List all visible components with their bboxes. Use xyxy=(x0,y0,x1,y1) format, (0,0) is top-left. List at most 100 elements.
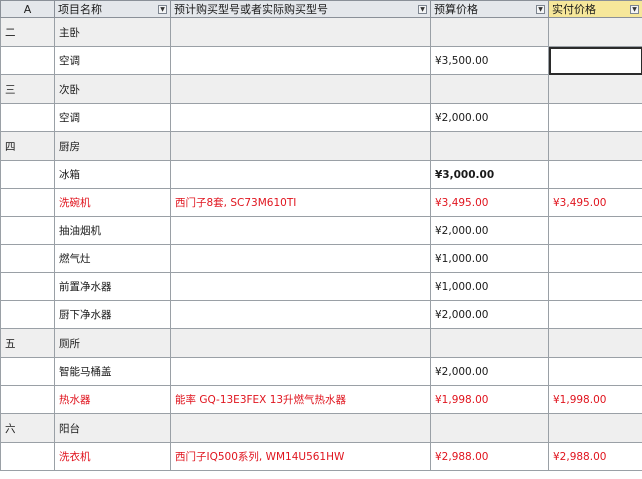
item-name-cell[interactable]: 洗衣机 xyxy=(54,442,171,471)
item-name-cell[interactable]: 主卧 xyxy=(54,17,171,47)
model-cell[interactable] xyxy=(170,300,431,329)
model-cell[interactable] xyxy=(170,17,431,47)
table-row: 空调 ¥2,000.00 xyxy=(0,103,642,132)
dropdown-filter-icon[interactable]: ▼ xyxy=(158,4,167,14)
budget-price-cell[interactable]: ¥2,000.00 xyxy=(430,216,549,245)
item-name-cell[interactable]: 阳台 xyxy=(54,413,171,443)
row-number-cell[interactable] xyxy=(0,357,55,386)
model-cell[interactable] xyxy=(170,272,431,301)
row-number-cell[interactable]: 六 xyxy=(0,413,55,443)
item-name-cell[interactable]: 次卧 xyxy=(54,74,171,104)
item-name-cell[interactable]: 抽油烟机 xyxy=(54,216,171,245)
budget-price-cell[interactable]: ¥2,000.00 xyxy=(430,357,549,386)
budget-price-cell[interactable] xyxy=(430,131,549,161)
row-number-cell[interactable]: 二 xyxy=(0,17,55,47)
section-row: 五厕所 xyxy=(0,328,642,358)
column-header-paid[interactable]: 实付价格 ▼ xyxy=(548,0,642,18)
paid-price-cell[interactable]: ¥1,998.00 xyxy=(548,385,642,414)
table-row: 洗碗机 西门子8套, SC73M610TI ¥3,495.00 ¥3,495.00 xyxy=(0,188,642,217)
table-row: 空调 ¥3,500.00 xyxy=(0,46,642,75)
model-cell[interactable] xyxy=(170,328,431,358)
item-name-cell[interactable]: 空调 xyxy=(54,46,171,75)
column-header-a[interactable]: A xyxy=(0,0,55,18)
row-number-cell[interactable] xyxy=(0,216,55,245)
budget-price-cell[interactable]: ¥3,495.00 xyxy=(430,188,549,217)
item-name-cell[interactable]: 智能马桶盖 xyxy=(54,357,171,386)
model-cell[interactable] xyxy=(170,244,431,273)
paid-price-cell[interactable] xyxy=(548,160,642,189)
column-header-paid-label: 实付价格 xyxy=(552,3,596,16)
model-cell[interactable] xyxy=(170,413,431,443)
item-name-cell[interactable]: 厨下净水器 xyxy=(54,300,171,329)
budget-price-cell[interactable]: ¥3,000.00 xyxy=(430,160,549,189)
item-name-cell[interactable]: 厕所 xyxy=(54,328,171,358)
column-header-budget[interactable]: 预算价格 ▼ xyxy=(430,0,549,18)
budget-price-cell[interactable]: ¥1,000.00 xyxy=(430,272,549,301)
item-name-cell[interactable]: 前置净水器 xyxy=(54,272,171,301)
row-number-cell[interactable] xyxy=(0,272,55,301)
row-number-cell[interactable]: 三 xyxy=(0,74,55,104)
item-name-cell[interactable]: 燃气灶 xyxy=(54,244,171,273)
row-number-cell[interactable]: 四 xyxy=(0,131,55,161)
model-cell[interactable] xyxy=(170,74,431,104)
item-name-cell[interactable]: 热水器 xyxy=(54,385,171,414)
paid-price-cell[interactable] xyxy=(548,216,642,245)
model-cell[interactable] xyxy=(170,216,431,245)
paid-price-cell[interactable] xyxy=(548,244,642,273)
table-row: 厨下净水器 ¥2,000.00 xyxy=(0,300,642,329)
row-number-cell[interactable]: 五 xyxy=(0,328,55,358)
column-header-model-label: 预计购买型号或者实际购买型号 xyxy=(174,3,328,16)
row-number-cell[interactable] xyxy=(0,103,55,132)
item-name-cell[interactable]: 厨房 xyxy=(54,131,171,161)
model-cell[interactable] xyxy=(170,131,431,161)
dropdown-filter-icon[interactable]: ▼ xyxy=(418,4,427,14)
budget-price-cell[interactable]: ¥2,000.00 xyxy=(430,103,549,132)
item-name-cell[interactable]: 洗碗机 xyxy=(54,188,171,217)
model-cell[interactable]: 能率 GQ-13E3FEX 13升燃气热水器 xyxy=(170,385,431,414)
paid-price-cell[interactable] xyxy=(548,103,642,132)
budget-price-cell[interactable] xyxy=(430,413,549,443)
row-number-cell[interactable] xyxy=(0,300,55,329)
spreadsheet: A 项目名称 ▼ 预计购买型号或者实际购买型号 ▼ 预算价格 ▼ 实付价格 ▼ 二主卧空… xyxy=(0,0,642,479)
paid-price-cell[interactable]: ¥2,988.00 xyxy=(548,442,642,471)
paid-price-cell[interactable] xyxy=(548,357,642,386)
row-number-cell[interactable] xyxy=(0,442,55,471)
paid-price-cell[interactable] xyxy=(548,272,642,301)
paid-price-cell[interactable]: ¥3,495.00 xyxy=(548,188,642,217)
model-cell[interactable] xyxy=(170,160,431,189)
budget-price-cell[interactable] xyxy=(430,17,549,47)
paid-price-cell[interactable] xyxy=(548,46,642,75)
paid-price-cell[interactable] xyxy=(548,74,642,104)
dropdown-filter-icon[interactable]: ▼ xyxy=(536,4,545,14)
model-cell[interactable] xyxy=(170,103,431,132)
model-cell[interactable]: 西门子8套, SC73M610TI xyxy=(170,188,431,217)
paid-price-cell[interactable] xyxy=(548,131,642,161)
paid-price-cell[interactable] xyxy=(548,300,642,329)
budget-price-cell[interactable] xyxy=(430,328,549,358)
row-number-cell[interactable] xyxy=(0,188,55,217)
dropdown-filter-icon[interactable]: ▼ xyxy=(630,4,639,14)
table-row: 洗衣机 西门子IQ500系列, WM14U561HW ¥2,988.00 ¥2,988… xyxy=(0,442,642,471)
budget-price-cell[interactable]: ¥3,500.00 xyxy=(430,46,549,75)
row-number-cell[interactable] xyxy=(0,385,55,414)
paid-price-cell[interactable] xyxy=(548,17,642,47)
budget-price-cell[interactable]: ¥2,000.00 xyxy=(430,300,549,329)
budget-price-cell[interactable]: ¥1,000.00 xyxy=(430,244,549,273)
model-cell[interactable] xyxy=(170,46,431,75)
budget-price-cell[interactable]: ¥2,988.00 xyxy=(430,442,549,471)
item-name-cell[interactable]: 空调 xyxy=(54,103,171,132)
budget-price-cell[interactable]: ¥1,998.00 xyxy=(430,385,549,414)
row-number-cell[interactable] xyxy=(0,244,55,273)
column-header-model[interactable]: 预计购买型号或者实际购买型号 ▼ xyxy=(170,0,431,18)
paid-price-cell[interactable] xyxy=(548,328,642,358)
column-header-name[interactable]: 项目名称 ▼ xyxy=(54,0,171,18)
item-name-cell[interactable]: 冰箱 xyxy=(54,160,171,189)
table-row: 冰箱 ¥3,000.00 xyxy=(0,160,642,189)
model-cell[interactable]: 西门子IQ500系列, WM14U561HW xyxy=(170,442,431,471)
row-number-cell[interactable] xyxy=(0,160,55,189)
model-cell[interactable] xyxy=(170,357,431,386)
row-number-cell[interactable] xyxy=(0,46,55,75)
paid-price-cell[interactable] xyxy=(548,413,642,443)
budget-price-cell[interactable] xyxy=(430,74,549,104)
column-header-a-label: A xyxy=(23,2,32,16)
